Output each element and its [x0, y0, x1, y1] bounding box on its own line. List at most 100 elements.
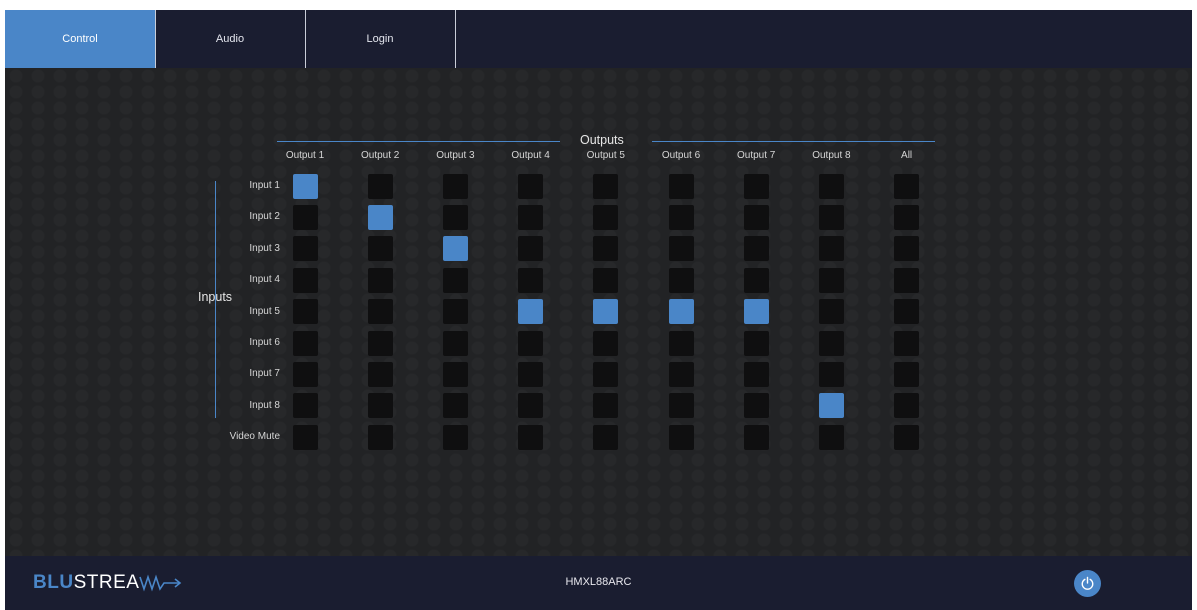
route-cell[interactable] — [894, 330, 920, 356]
route-cell[interactable] — [292, 361, 318, 387]
route-cell[interactable] — [894, 393, 920, 419]
route-cell[interactable] — [593, 267, 619, 293]
route-cell[interactable] — [743, 330, 769, 356]
row-label: Input 1 — [249, 180, 280, 191]
route-cell[interactable] — [518, 173, 544, 199]
route-cell[interactable] — [593, 361, 619, 387]
route-cell[interactable] — [743, 173, 769, 199]
route-cell[interactable] — [367, 267, 393, 293]
route-cell[interactable] — [894, 236, 920, 262]
route-cell[interactable] — [367, 173, 393, 199]
route-cell[interactable] — [894, 299, 920, 325]
route-cell[interactable] — [743, 424, 769, 450]
route-cell[interactable] — [442, 330, 468, 356]
route-cell[interactable] — [518, 204, 544, 230]
route-cell[interactable] — [818, 393, 844, 419]
route-cell[interactable] — [518, 236, 544, 262]
route-cell[interactable] — [442, 361, 468, 387]
route-cell[interactable] — [668, 393, 694, 419]
route-cell[interactable] — [668, 236, 694, 262]
column-header: Output 8 — [812, 150, 851, 161]
route-cell[interactable] — [668, 267, 694, 293]
route-cell[interactable] — [818, 236, 844, 262]
route-cell[interactable] — [668, 424, 694, 450]
route-cell[interactable] — [518, 330, 544, 356]
route-cell[interactable] — [367, 236, 393, 262]
route-cell[interactable] — [818, 173, 844, 199]
device-model: HMXL88ARC — [565, 576, 632, 588]
route-cell[interactable] — [743, 393, 769, 419]
route-cell[interactable] — [292, 236, 318, 262]
route-cell[interactable] — [894, 173, 920, 199]
tab-audio[interactable]: Audio — [155, 10, 305, 68]
route-cell[interactable] — [818, 424, 844, 450]
route-cell[interactable] — [894, 424, 920, 450]
route-cell[interactable] — [743, 361, 769, 387]
route-cell[interactable] — [518, 361, 544, 387]
route-cell[interactable] — [367, 393, 393, 419]
route-cell[interactable] — [668, 299, 694, 325]
route-cell[interactable] — [818, 204, 844, 230]
route-cell[interactable] — [442, 393, 468, 419]
route-cell[interactable] — [292, 267, 318, 293]
route-cell[interactable] — [668, 173, 694, 199]
column-header: All — [901, 150, 913, 161]
route-cell[interactable] — [818, 267, 844, 293]
route-cell[interactable] — [518, 393, 544, 419]
route-cell[interactable] — [442, 236, 468, 262]
route-cell[interactable] — [292, 393, 318, 419]
power-button[interactable] — [1074, 570, 1101, 597]
route-cell[interactable] — [894, 267, 920, 293]
route-cell[interactable] — [593, 424, 619, 450]
route-cell[interactable] — [668, 330, 694, 356]
route-cell[interactable] — [518, 267, 544, 293]
row-label: Input 7 — [249, 368, 280, 380]
route-cell[interactable] — [593, 173, 619, 199]
route-cell[interactable] — [442, 173, 468, 199]
route-cell[interactable] — [818, 330, 844, 356]
power-icon — [1081, 576, 1094, 590]
app-window: Control Audio Login Outputs Inputs Outpu… — [5, 10, 1192, 610]
route-cell[interactable] — [442, 424, 468, 450]
row-label: Input 3 — [249, 242, 280, 254]
route-cell[interactable] — [593, 393, 619, 419]
route-cell[interactable] — [593, 236, 619, 262]
route-cell[interactable] — [367, 424, 393, 450]
route-cell[interactable] — [818, 361, 844, 387]
route-cell[interactable] — [292, 330, 318, 356]
route-cell[interactable] — [292, 173, 318, 199]
route-cell[interactable] — [442, 204, 468, 230]
route-cell[interactable] — [593, 299, 619, 325]
column-header: Output 2 — [361, 150, 400, 161]
route-cell[interactable] — [442, 299, 468, 325]
outputs-rule-left — [277, 141, 560, 142]
tab-control[interactable]: Control — [5, 10, 155, 68]
route-cell[interactable] — [743, 204, 769, 230]
row-label: Input 8 — [249, 399, 280, 411]
route-cell[interactable] — [743, 236, 769, 262]
route-cell[interactable] — [292, 299, 318, 325]
route-cell[interactable] — [894, 204, 920, 230]
route-cell[interactable] — [668, 361, 694, 387]
route-cell[interactable] — [367, 299, 393, 325]
route-cell[interactable] — [367, 204, 393, 230]
route-cell[interactable] — [593, 204, 619, 230]
route-cell[interactable] — [818, 299, 844, 325]
route-cell[interactable] — [518, 299, 544, 325]
route-cell[interactable] — [668, 204, 694, 230]
route-cell[interactable] — [367, 361, 393, 387]
tab-login[interactable]: Login — [305, 10, 455, 68]
column-header: Output 3 — [436, 150, 475, 161]
column-header: Output 5 — [586, 150, 625, 161]
route-cell[interactable] — [518, 424, 544, 450]
route-cell[interactable] — [292, 204, 318, 230]
row-label: Input 4 — [249, 274, 280, 286]
route-cell[interactable] — [367, 330, 393, 356]
route-cell[interactable] — [442, 267, 468, 293]
route-cell[interactable] — [743, 299, 769, 325]
tab-divider — [455, 10, 456, 68]
route-cell[interactable] — [894, 361, 920, 387]
route-cell[interactable] — [593, 330, 619, 356]
route-cell[interactable] — [743, 267, 769, 293]
route-cell[interactable] — [292, 424, 318, 450]
